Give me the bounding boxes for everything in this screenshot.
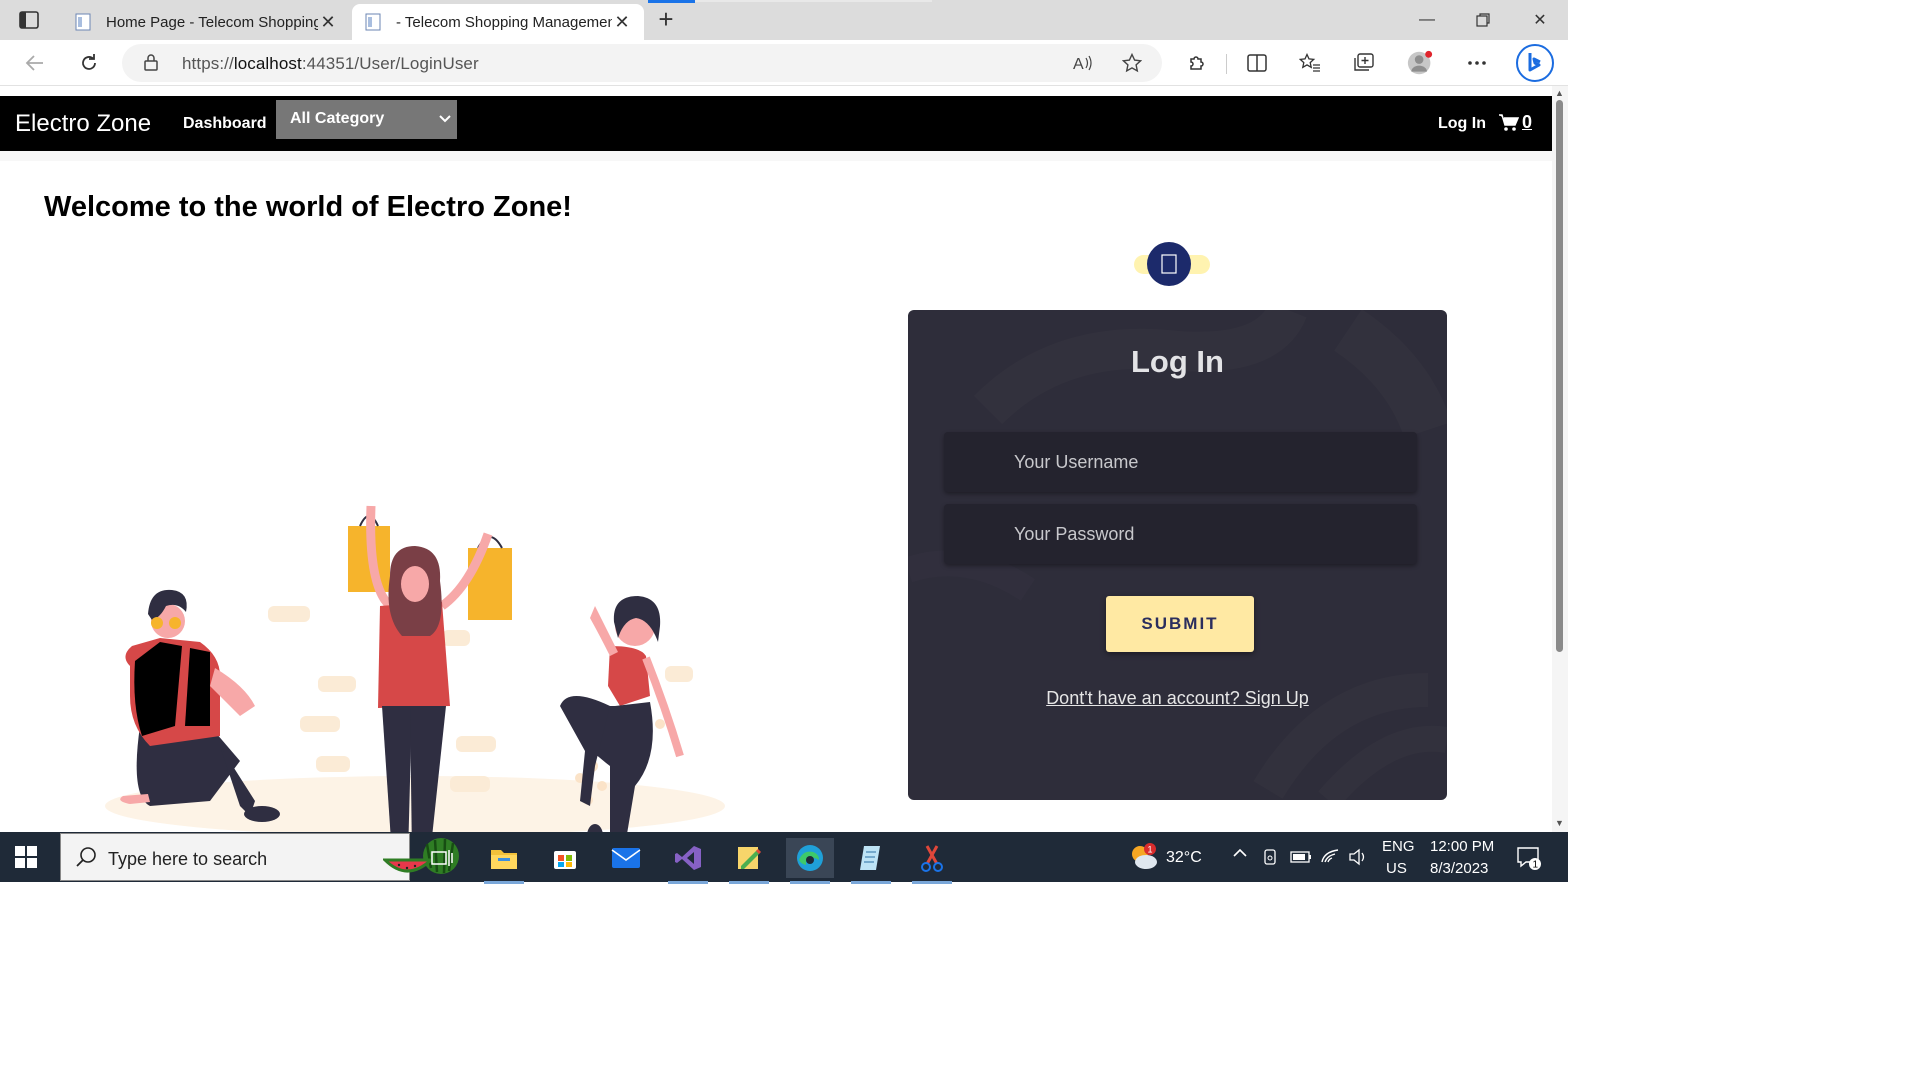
- notifications-icon[interactable]: 1: [1516, 846, 1542, 874]
- read-aloud-icon[interactable]: A: [1072, 52, 1094, 74]
- svg-text:A: A: [1073, 56, 1084, 72]
- nav-login-link[interactable]: Log In: [1438, 115, 1486, 133]
- task-view-icon[interactable]: [418, 838, 466, 878]
- tab-home-page[interactable]: Home Page - Telecom Shopping ✕: [62, 4, 350, 40]
- wifi-icon[interactable]: [1320, 848, 1340, 868]
- page-scrollbar[interactable]: ▲ ▼: [1552, 86, 1568, 832]
- chevron-down-icon: [439, 110, 451, 128]
- split-screen-icon[interactable]: [1244, 50, 1270, 76]
- username-input[interactable]: [944, 432, 1417, 492]
- volume-icon[interactable]: [1348, 848, 1368, 870]
- tab-login-user[interactable]: - Telecom Shopping Managemen ✕: [352, 4, 644, 40]
- cart-link[interactable]: 0: [1499, 112, 1532, 133]
- site-navbar: Electro Zone Dashboard All Category Log …: [0, 96, 1552, 151]
- pencil-tool-icon[interactable]: [725, 838, 773, 884]
- url-text: https://localhost:44351/User/LoginUser: [182, 54, 479, 73]
- category-select-value: All Category: [290, 110, 385, 127]
- lock-icon[interactable]: [144, 54, 158, 76]
- nav-dashboard-link[interactable]: Dashboard: [183, 115, 267, 133]
- tab-title: Home Page - Telecom Shopping: [106, 13, 318, 31]
- web-page: Electro Zone Dashboard All Category Log …: [0, 86, 1552, 832]
- search-placeholder: Type here to search: [108, 849, 268, 869]
- collections-icon[interactable]: [1351, 50, 1377, 76]
- url-field[interactable]: https://localhost:44351/User/LoginUser A: [122, 44, 1162, 82]
- submit-button[interactable]: SUBMIT: [1106, 596, 1254, 652]
- windows-start-icon[interactable]: [14, 845, 38, 874]
- shopping-people-illustration: [105, 505, 725, 832]
- edge-browser-icon[interactable]: [786, 838, 834, 884]
- language-top[interactable]: ENG: [1382, 838, 1415, 855]
- extensions-icon[interactable]: [1184, 50, 1210, 76]
- language-bottom[interactable]: US: [1386, 860, 1407, 877]
- battery-icon[interactable]: [1290, 850, 1312, 867]
- bing-copilot-icon[interactable]: [1516, 44, 1554, 82]
- device-icon[interactable]: [1262, 848, 1278, 870]
- microsoft-store-icon[interactable]: [541, 838, 589, 878]
- more-menu-icon[interactable]: [1464, 50, 1490, 76]
- welcome-heading: Welcome to the world of Electro Zone!: [44, 191, 572, 223]
- snipping-tool-icon[interactable]: [908, 838, 956, 884]
- close-window-icon[interactable]: ✕: [1512, 0, 1568, 40]
- login-title: Log In: [1131, 344, 1224, 379]
- file-explorer-icon[interactable]: [480, 838, 528, 884]
- login-card: Log In SUBMIT Dont't have an account? Si…: [908, 310, 1447, 800]
- page-favicon-icon: [364, 13, 382, 31]
- scroll-down-icon[interactable]: ▼: [1555, 818, 1564, 828]
- minimize-icon[interactable]: —: [1399, 0, 1455, 40]
- toolbar-divider: [1226, 54, 1227, 74]
- search-icon: [75, 846, 97, 873]
- address-bar-row: https://localhost:44351/User/LoginUser A: [0, 40, 1568, 86]
- tab-title: - Telecom Shopping Managemen: [396, 13, 612, 31]
- svg-text:1: 1: [1148, 845, 1153, 855]
- favorite-star-icon[interactable]: [1121, 52, 1143, 74]
- clock-time[interactable]: 12:00 PM: [1430, 838, 1494, 855]
- browser-tab-bar: Home Page - Telecom Shopping ✕ - Telecom…: [0, 0, 1568, 40]
- visual-studio-icon[interactable]: [664, 838, 712, 884]
- refresh-icon[interactable]: [74, 48, 104, 78]
- close-tab-icon[interactable]: ✕: [318, 12, 338, 33]
- weather-temperature[interactable]: 32°C: [1166, 849, 1202, 867]
- password-input[interactable]: [944, 504, 1417, 564]
- cart-icon: [1499, 113, 1519, 131]
- cart-count: 0: [1522, 112, 1533, 132]
- clock-date[interactable]: 8/3/2023: [1430, 860, 1488, 877]
- navbar-shadow: [0, 151, 1552, 161]
- profile-avatar-icon[interactable]: [1407, 50, 1433, 76]
- favorites-icon[interactable]: [1297, 50, 1323, 76]
- loading-indicator: [648, 0, 932, 3]
- new-tab-icon[interactable]: +: [652, 6, 680, 34]
- windows-taskbar: Type here to search 1 32°C ENG US 12:00 …: [0, 832, 1568, 884]
- restore-icon[interactable]: [1455, 0, 1511, 40]
- close-tab-icon[interactable]: ✕: [612, 12, 632, 33]
- scrollbar-thumb[interactable]: [1556, 100, 1563, 652]
- notepad-app-icon[interactable]: [847, 838, 895, 884]
- tab-actions-icon[interactable]: [10, 6, 48, 34]
- theme-toggle-icon[interactable]: [1134, 242, 1210, 286]
- brand-logo-text[interactable]: Electro Zone: [15, 110, 151, 138]
- mail-icon[interactable]: [602, 838, 650, 878]
- svg-text:1: 1: [1533, 860, 1539, 871]
- weather-icon[interactable]: 1: [1126, 842, 1160, 877]
- signup-link[interactable]: Dont't have an account? Sign Up: [908, 688, 1447, 709]
- page-favicon-icon: [74, 13, 92, 31]
- back-icon[interactable]: [20, 48, 50, 78]
- show-hidden-icons-icon[interactable]: [1232, 846, 1248, 863]
- taskbar-search-box[interactable]: Type here to search: [60, 833, 459, 881]
- category-select[interactable]: All Category: [276, 100, 457, 139]
- scroll-up-icon[interactable]: ▲: [1555, 88, 1564, 98]
